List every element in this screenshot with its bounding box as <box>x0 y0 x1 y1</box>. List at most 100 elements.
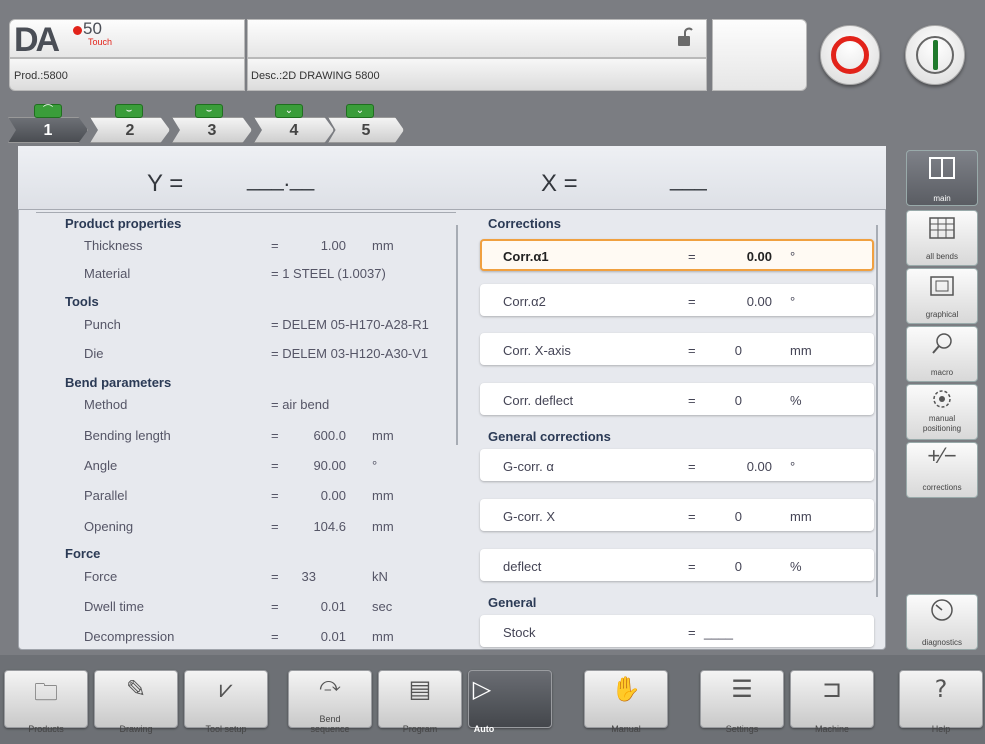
thickness-label: Thickness <box>84 238 143 253</box>
angle-unit: ° <box>372 458 378 473</box>
bend-tab-1[interactable]: 1 <box>8 117 88 143</box>
bend-shape-icon: ⌄ <box>275 104 303 118</box>
equals: = <box>688 393 696 408</box>
status-panel <box>712 19 807 91</box>
bend-shape-icon: ⌣ <box>195 104 223 118</box>
nav-manual-label: Manual <box>611 724 641 734</box>
nav-settings-label: Settings <box>725 724 759 734</box>
corr-x-axis-unit: mm <box>790 343 812 358</box>
corr-alpha2-value: 0.00 <box>746 294 772 309</box>
stock-label: Stock <box>503 625 536 640</box>
stop-icon <box>831 36 869 74</box>
bend-shape-icon: ⌣ <box>115 104 143 118</box>
dwell-time-label: Dwell time <box>84 599 144 614</box>
bend-tab-5[interactable]: 5 <box>328 117 404 143</box>
bending-length-label: Bending length <box>84 428 171 443</box>
section-general: General <box>488 595 537 610</box>
force-value: 33 <box>301 569 316 584</box>
positioning-icon <box>933 390 951 408</box>
deflect-value: 0 <box>734 559 742 574</box>
g-corr-x-value: 0 <box>734 509 742 524</box>
force-label: Force <box>84 569 118 584</box>
divider <box>36 212 456 213</box>
opening-label: Opening <box>84 519 134 534</box>
equals: = <box>688 294 696 309</box>
table-icon <box>929 217 955 239</box>
parallel-unit: mm <box>372 488 394 503</box>
product-id: Prod.:5800 <box>14 70 68 82</box>
side-diagnostics-label: diagnostics <box>921 638 963 647</box>
nav-sequence-label: sequence <box>310 724 350 734</box>
corr-x-axis-value: 0 <box>734 343 742 358</box>
drawing-icon: ✎ <box>125 675 147 703</box>
side-manual-label: manual <box>928 414 956 423</box>
bending-length-unit: mm <box>372 428 394 443</box>
equals: = <box>688 559 696 574</box>
method-value: = air bend <box>271 397 330 412</box>
g-corr-alpha-label: G-corr. α <box>503 459 554 474</box>
nav-help-label: Help <box>931 724 951 734</box>
g-corr-x-unit: mm <box>790 509 812 524</box>
equals: = <box>688 459 696 474</box>
main-view-icon <box>929 157 955 179</box>
plus-minus-icon: +⁄− <box>927 443 957 468</box>
thickness-unit: mm <box>372 238 394 253</box>
punch-label: Punch <box>84 317 121 332</box>
corr-x-axis-label: Corr. X-axis <box>503 343 571 358</box>
scrollbar-track[interactable] <box>876 225 878 597</box>
stock-field[interactable] <box>480 615 874 647</box>
bending-length-value: 600.0 <box>313 428 346 443</box>
y-axis-value: ___.__ <box>247 166 315 191</box>
product-description: Desc.:2D DRAWING 5800 <box>251 70 380 82</box>
x-axis-label: X = <box>541 170 578 197</box>
nav-products-label: Products <box>28 724 64 734</box>
y-axis-label: Y = <box>147 170 184 197</box>
bend-tab-3[interactable]: 3 <box>172 117 252 143</box>
material-label: Material <box>84 266 131 281</box>
nav-tool-setup-label: Tool setup <box>205 724 247 734</box>
decompression-unit: mm <box>372 629 394 644</box>
section-product-properties: Product properties <box>65 216 182 231</box>
tool-icon: ⩗ <box>219 675 233 703</box>
side-main-label: main <box>933 194 951 203</box>
dwell-time-value: 0.01 <box>320 599 346 614</box>
corr-deflect-value: 0 <box>734 393 742 408</box>
bend-shape-icon: ⌄ <box>346 104 374 118</box>
bend-tab-2[interactable]: 2 <box>90 117 170 143</box>
magnifier-icon <box>932 333 952 354</box>
g-corr-alpha-unit: ° <box>790 459 796 474</box>
corr-deflect-label: Corr. deflect <box>503 393 574 408</box>
side-graphical-label: graphical <box>925 310 959 319</box>
deflect-label: deflect <box>503 559 542 574</box>
nav-bend-label: Bend <box>319 714 341 724</box>
gauge-icon <box>931 599 953 621</box>
method-label: Method <box>84 397 128 412</box>
folder-icon: 🗀 <box>34 678 58 706</box>
parallel-value: 0.00 <box>320 488 346 503</box>
decompression-value: 0.01 <box>320 629 346 644</box>
angle-value: 90.00 <box>313 458 346 473</box>
deflect-unit: % <box>790 559 802 574</box>
unlocked-padlock-icon[interactable] <box>677 27 693 47</box>
section-general-corrections: General corrections <box>488 429 611 444</box>
nav-drawing-label: Drawing <box>119 724 153 734</box>
die-label: Die <box>84 346 104 361</box>
corr-alpha1-label: Corr.α1 <box>503 249 549 264</box>
thickness-value: 1.00 <box>320 238 346 253</box>
opening-unit: mm <box>372 519 394 534</box>
settings-list-icon: ☰ <box>731 675 753 703</box>
bend-tab-4[interactable]: 4 <box>254 117 334 143</box>
graphical-icon <box>930 276 954 296</box>
bend-sequence-icon: ⤼ <box>319 672 341 696</box>
logo-dot <box>73 26 82 35</box>
side-all-bends-label: all bends <box>925 252 959 261</box>
bend-shape-icon: ⌒ <box>34 104 62 118</box>
force-unit: kN <box>372 569 388 584</box>
stock-value: ____ <box>704 625 733 640</box>
machine-icon: ⊐ <box>821 675 843 703</box>
g-corr-alpha-value: 0.00 <box>746 459 772 474</box>
corr-alpha1-value: 0.00 <box>746 249 772 264</box>
section-corrections: Corrections <box>488 216 561 231</box>
logo-subtitle: Touch <box>88 37 113 47</box>
die-value: = DELEM 03-H120-A30-V1 <box>271 346 429 361</box>
